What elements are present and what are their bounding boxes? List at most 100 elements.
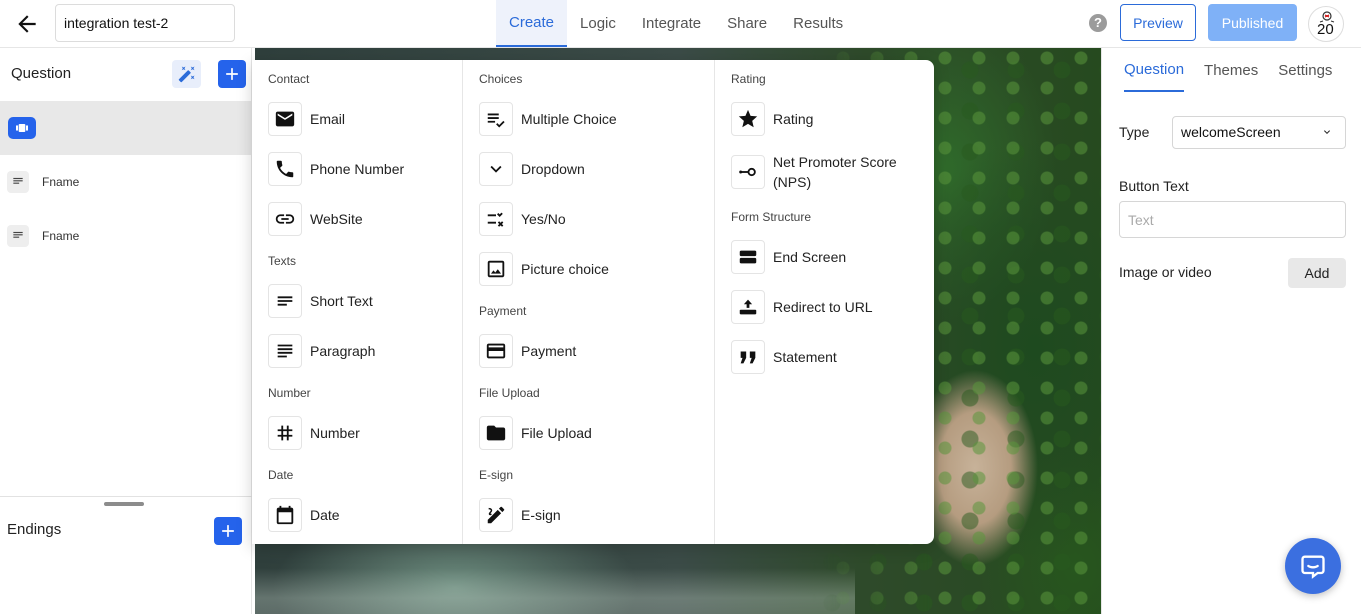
menu-item-short-text[interactable]: Short Text — [268, 284, 373, 318]
back-arrow-icon[interactable] — [14, 11, 40, 37]
menu-item-payment[interactable]: Payment — [479, 334, 576, 368]
questions-sidebar: Question Fname Fname Endings — [0, 48, 252, 614]
properties-tabs: Question Themes Settings — [1124, 48, 1352, 92]
section-title-payment: Payment — [479, 304, 527, 318]
chat-icon — [1301, 555, 1325, 579]
question-label: Fname — [42, 229, 80, 243]
menu-item-phone[interactable]: Phone Number — [268, 152, 404, 186]
link-icon — [268, 202, 302, 236]
tab-question[interactable]: Question — [1124, 48, 1185, 92]
section-title-form-structure: Form Structure — [731, 210, 812, 224]
section-title-choices: Choices — [479, 72, 523, 86]
questions-title: Question — [11, 65, 72, 82]
tab-create[interactable]: Create — [496, 0, 568, 47]
chevron-down-icon — [1324, 130, 1330, 134]
help-icon[interactable]: ? — [1089, 14, 1107, 32]
section-title-date: Date — [268, 468, 294, 482]
menu-item-website[interactable]: WebSite — [268, 202, 363, 236]
question-item-fname-1[interactable]: Fname — [0, 155, 251, 209]
tab-themes[interactable]: Themes — [1204, 48, 1258, 92]
email-icon — [268, 102, 302, 136]
menu-item-yes-no[interactable]: Yes/No — [479, 202, 566, 236]
menu-item-esign[interactable]: E-sign — [479, 498, 561, 532]
properties-panel: Question Themes Settings Type welcomeScr… — [1101, 48, 1361, 614]
main-tabs: Create Logic Integrate Share Results — [496, 0, 856, 48]
menu-item-label: Number — [310, 425, 360, 441]
menu-item-label: Dropdown — [521, 161, 585, 177]
menu-item-label: E-sign — [521, 507, 561, 523]
tab-results[interactable]: Results — [780, 0, 856, 47]
menu-item-label: Paragraph — [310, 343, 376, 359]
tab-integrate[interactable]: Integrate — [629, 0, 714, 47]
magic-wand-icon — [178, 66, 194, 83]
menu-item-label: Redirect to URL — [773, 299, 873, 315]
menu-item-label: Date — [310, 507, 340, 523]
chevron-down-icon — [479, 152, 513, 186]
published-button[interactable]: Published — [1208, 4, 1297, 41]
question-item-fname-2[interactable]: Fname — [0, 209, 251, 263]
type-label: Type — [1119, 124, 1150, 140]
signature-icon — [479, 498, 513, 532]
avatar-text: 20 — [1317, 21, 1334, 38]
section-title-rating: Rating — [731, 72, 766, 86]
sidebar-divider — [0, 496, 252, 497]
preview-button[interactable]: Preview — [1120, 4, 1196, 41]
menu-item-label: Email — [310, 111, 346, 127]
top-bar: Create Logic Integrate Share Results ? P… — [0, 0, 1361, 48]
menu-item-paragraph[interactable]: Paragraph — [268, 334, 375, 368]
menu-item-nps[interactable]: Net Promoter Score (NPS) — [731, 152, 921, 192]
menu-item-label: Net Promoter Score (NPS) — [773, 154, 897, 190]
button-text-input[interactable] — [1119, 201, 1346, 238]
nps-icon — [731, 155, 765, 189]
calendar-icon — [268, 498, 302, 532]
section-title-contact: Contact — [268, 72, 310, 86]
add-media-button[interactable]: Add — [1288, 258, 1346, 288]
menu-item-rating[interactable]: Rating — [731, 102, 813, 136]
yes-no-icon — [479, 202, 513, 236]
tab-logic[interactable]: Logic — [567, 0, 629, 47]
menu-column-2: Choices Multiple Choice Dropdown Yes/No … — [462, 60, 715, 544]
add-ending-button[interactable] — [214, 517, 242, 545]
button-text-label: Button Text — [1119, 178, 1189, 194]
type-select[interactable]: welcomeScreen — [1172, 116, 1346, 149]
image-or-video-label: Image or video — [1119, 264, 1212, 280]
menu-item-end-screen[interactable]: End Screen — [731, 240, 846, 274]
menu-item-label: Rating — [773, 111, 814, 127]
chat-support-button[interactable] — [1285, 538, 1341, 594]
section-title-number: Number — [268, 386, 311, 400]
resize-handle[interactable] — [104, 502, 144, 506]
welcome-screen-icon — [8, 117, 36, 139]
quote-icon — [731, 340, 765, 374]
menu-item-email[interactable]: Email — [268, 102, 345, 136]
folder-icon — [479, 416, 513, 450]
credit-card-icon — [479, 334, 513, 368]
short-text-icon — [7, 225, 29, 247]
image-icon — [479, 252, 513, 286]
avatar[interactable]: 20 — [1308, 6, 1344, 42]
section-title-esign: E-sign — [479, 468, 514, 482]
menu-item-multiple-choice[interactable]: Multiple Choice — [479, 102, 617, 136]
section-title-file-upload: File Upload — [479, 386, 540, 400]
star-icon — [731, 102, 765, 136]
tab-settings[interactable]: Settings — [1278, 48, 1332, 92]
menu-item-statement[interactable]: Statement — [731, 340, 837, 374]
menu-item-label: Payment — [521, 343, 577, 359]
short-text-icon — [268, 284, 302, 318]
ai-generate-button[interactable] — [172, 60, 201, 88]
menu-item-label: Short Text — [310, 293, 373, 309]
paragraph-icon — [268, 334, 302, 368]
menu-item-redirect[interactable]: Redirect to URL — [731, 290, 873, 324]
menu-item-date[interactable]: Date — [268, 498, 340, 532]
type-select-value: welcomeScreen — [1181, 124, 1281, 140]
menu-item-file-upload[interactable]: File Upload — [479, 416, 592, 450]
menu-item-label: Picture choice — [521, 261, 609, 277]
tab-share[interactable]: Share — [714, 0, 780, 47]
question-item-welcome[interactable] — [0, 101, 251, 155]
menu-item-number[interactable]: Number — [268, 416, 360, 450]
menu-item-dropdown[interactable]: Dropdown — [479, 152, 585, 186]
plus-icon — [226, 68, 238, 80]
form-title-input[interactable] — [55, 4, 235, 42]
add-question-button[interactable] — [218, 60, 246, 88]
menu-item-picture-choice[interactable]: Picture choice — [479, 252, 609, 286]
hash-icon — [268, 416, 302, 450]
